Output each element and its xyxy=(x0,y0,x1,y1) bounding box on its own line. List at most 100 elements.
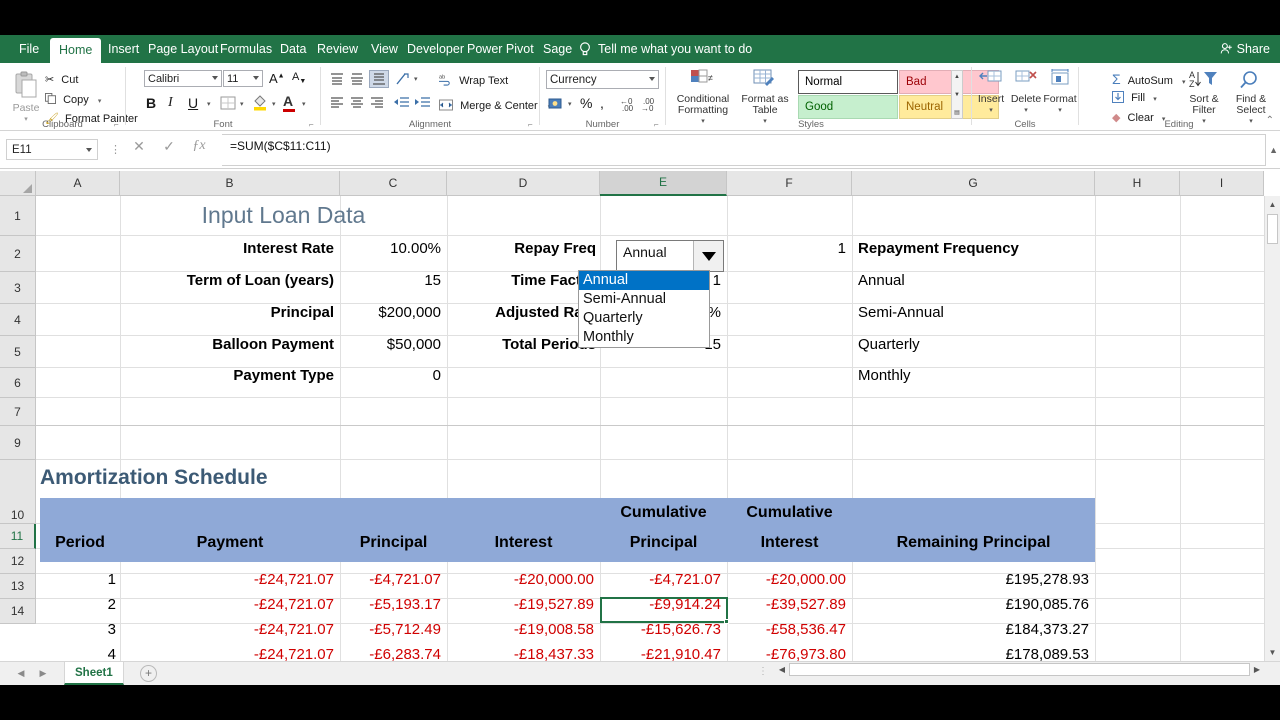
table-row[interactable]: -£5,193.17 xyxy=(340,596,441,613)
accounting-format-button[interactable] xyxy=(548,96,565,116)
tab-power-pivot[interactable]: Power Pivot xyxy=(458,35,543,63)
row-header-4[interactable]: 4 xyxy=(0,304,36,336)
scroll-up-icon[interactable]: ▲ xyxy=(1265,196,1280,213)
row-header-3[interactable]: 3 xyxy=(0,272,36,304)
table-row[interactable]: £190,085.76 xyxy=(852,596,1089,613)
row-header-5[interactable]: 5 xyxy=(0,336,36,368)
row-header-14[interactable]: 14 xyxy=(0,599,36,624)
styles-more-icon[interactable]: ▤ xyxy=(952,108,962,118)
decrease-decimal-button[interactable]: ←0.00 xyxy=(620,98,633,113)
sheet-prev-button[interactable]: ◀ xyxy=(14,666,28,680)
expand-formula-bar-button[interactable]: ▲ xyxy=(1269,145,1278,155)
cell-d5-total-periods-label[interactable]: Total Periods xyxy=(453,336,596,353)
table-header-cumulative-principal-line1[interactable]: Cumulative xyxy=(600,504,727,522)
row-header-13[interactable]: 13 xyxy=(0,574,36,599)
align-top-button[interactable] xyxy=(329,72,345,91)
select-all-button[interactable] xyxy=(0,171,36,196)
table-row[interactable]: -£5,712.49 xyxy=(340,621,441,638)
styles-scroll-up-icon[interactable]: ▲ xyxy=(952,72,962,82)
col-header-a[interactable]: A xyxy=(36,171,120,196)
dropdown-option-annual[interactable]: Annual xyxy=(579,271,709,290)
col-header-i[interactable]: I xyxy=(1180,171,1264,196)
orientation-chevron-icon[interactable]: ▾ xyxy=(414,75,418,83)
name-box[interactable]: E11 xyxy=(6,139,98,160)
row-header-7[interactable]: 7 xyxy=(0,398,36,426)
cell-b6-payment-type-label[interactable]: Payment Type xyxy=(126,367,334,384)
table-row[interactable]: £195,278.93 xyxy=(852,571,1089,588)
col-header-f[interactable]: F xyxy=(727,171,852,196)
copy-button[interactable]: Copy ▾ xyxy=(45,93,101,106)
orientation-button[interactable] xyxy=(395,72,411,91)
accounting-chevron-icon[interactable]: ▾ xyxy=(568,100,572,108)
table-row[interactable]: -£19,008.58 xyxy=(447,621,594,638)
table-row[interactable]: £184,373.27 xyxy=(852,621,1089,638)
dropdown-option-quarterly[interactable]: Quarterly xyxy=(579,309,709,328)
row-header-9[interactable]: 9 xyxy=(0,426,36,460)
table-header-period[interactable]: Period xyxy=(40,534,120,552)
table-header-cumulative-interest-line1[interactable]: Cumulative xyxy=(727,504,852,522)
alignment-dialog-launcher[interactable]: ⌐ xyxy=(528,120,537,129)
underline-chevron-icon[interactable]: ▾ xyxy=(207,100,211,108)
tab-home[interactable]: Home xyxy=(50,38,102,63)
table-header-cumulative-principal-line2[interactable]: Principal xyxy=(600,534,727,552)
row-header-1[interactable]: 1 xyxy=(0,196,36,236)
row-header-2[interactable]: 2 xyxy=(0,236,36,272)
wrap-text-button[interactable]: ab Wrap Text xyxy=(439,73,508,87)
vertical-scroll-thumb[interactable] xyxy=(1267,214,1278,244)
scroll-right-icon[interactable]: ▶ xyxy=(1250,662,1264,677)
autosum-button[interactable]: Σ AutoSum ▾ xyxy=(1112,71,1186,87)
table-row[interactable]: 2 xyxy=(40,596,116,613)
table-row[interactable]: -£4,721.07 xyxy=(340,571,441,588)
font-size-input[interactable]: 11 xyxy=(223,70,263,87)
cell-b5-balloon-label[interactable]: Balloon Payment xyxy=(126,336,334,353)
delete-cells-button[interactable]: Delete ▾ xyxy=(1009,69,1043,116)
cell-d3-time-factor-label[interactable]: Time Factor xyxy=(453,272,596,289)
fill-handle[interactable] xyxy=(724,619,729,624)
formula-input[interactable]: =SUM($C$11:C11) xyxy=(222,134,1266,166)
cell-c6-payment-type-value[interactable]: 0 xyxy=(346,367,441,384)
chevron-down-icon[interactable] xyxy=(693,241,723,271)
font-dialog-launcher[interactable]: ⌐ xyxy=(309,120,318,129)
cell-d2-repay-freq-label[interactable]: Repay Freq xyxy=(453,240,596,257)
align-center-button[interactable] xyxy=(349,96,365,115)
table-row[interactable]: 3 xyxy=(40,621,116,638)
cell-g3-annual[interactable]: Annual xyxy=(858,272,1093,289)
cell-style-good[interactable]: Good xyxy=(798,95,898,119)
table-header-interest[interactable]: Interest xyxy=(447,534,600,552)
cancel-formula-button[interactable]: ✕ xyxy=(128,138,150,155)
cell-style-normal[interactable]: Normal xyxy=(798,70,898,94)
fill-color-chevron-icon[interactable]: ▾ xyxy=(272,100,276,108)
enter-formula-button[interactable]: ✓ xyxy=(158,138,180,155)
italic-button[interactable]: I xyxy=(168,95,173,111)
decrease-font-size-button[interactable]: A▼ xyxy=(292,71,306,85)
table-row[interactable]: -£20,000.00 xyxy=(727,571,846,588)
table-row[interactable]: -£39,527.89 xyxy=(727,596,846,613)
insert-cells-button[interactable]: Insert ▾ xyxy=(974,69,1008,116)
insert-function-button[interactable]: ƒx xyxy=(188,138,210,154)
table-header-remaining-principal[interactable]: Remaining Principal xyxy=(852,534,1095,552)
borders-icon[interactable] xyxy=(220,96,237,111)
table-header-payment[interactable]: Payment xyxy=(120,534,340,552)
comma-style-button[interactable]: , xyxy=(600,95,604,111)
table-row[interactable]: -£24,721.07 xyxy=(120,596,334,613)
cell-b3-term-label[interactable]: Term of Loan (years) xyxy=(126,272,334,289)
align-right-button[interactable] xyxy=(369,96,385,115)
col-header-g[interactable]: G xyxy=(852,171,1095,196)
number-dialog-launcher[interactable]: ⌐ xyxy=(654,120,663,129)
table-row[interactable]: -£20,000.00 xyxy=(447,571,594,588)
tab-sage[interactable]: Sage xyxy=(534,35,581,63)
add-sheet-button[interactable]: + xyxy=(140,665,157,682)
row-header-12[interactable]: 12 xyxy=(0,549,36,574)
cell-d4-adjusted-rate-label[interactable]: Adjusted Rate xyxy=(453,304,596,321)
cell-f2-frequency-index[interactable]: 1 xyxy=(733,240,846,257)
horizontal-scrollbar[interactable]: ◀ ▶ xyxy=(775,662,1264,677)
cell-c5-balloon-value[interactable]: $50,000 xyxy=(346,336,441,353)
col-header-c[interactable]: C xyxy=(340,171,447,196)
sheet-tab-sheet1[interactable]: Sheet1 xyxy=(64,662,124,685)
merge-center-button[interactable]: Merge & Center ▾ xyxy=(439,99,551,112)
fill-color-icon[interactable] xyxy=(252,94,268,111)
col-header-h[interactable]: H xyxy=(1095,171,1180,196)
cell-b4-principal-label[interactable]: Principal xyxy=(126,304,334,321)
cell-b1-input-loan-data[interactable]: Input Loan Data xyxy=(120,202,447,229)
tell-me-box[interactable]: Tell me what you want to do xyxy=(598,35,752,63)
